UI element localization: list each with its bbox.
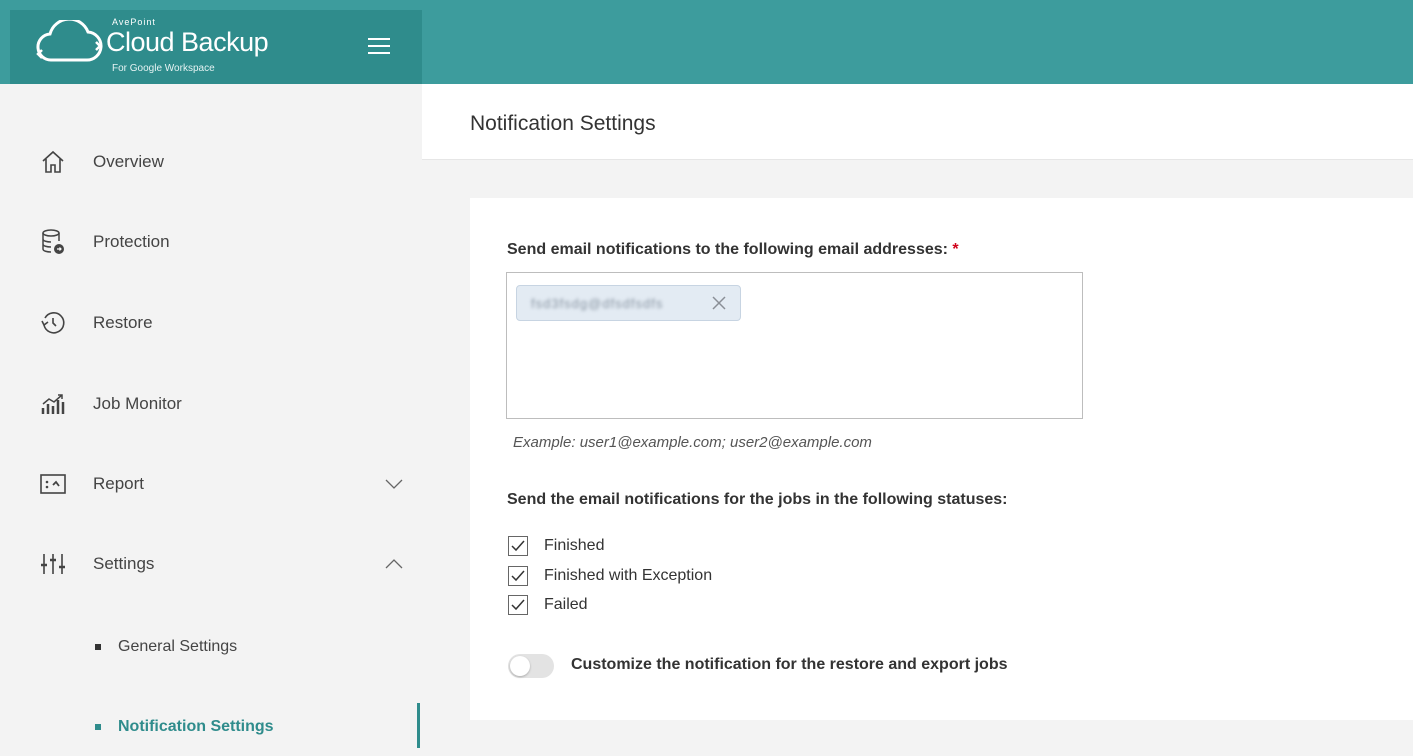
failed-label: Failed bbox=[544, 596, 588, 613]
vendor-name: AvePoint bbox=[112, 17, 156, 27]
page-title: Notification Settings bbox=[470, 112, 656, 135]
email-chip-text: fsd3fsdg@dfsdfsdfs bbox=[531, 296, 664, 311]
sidebar-subitem-label: Notification Settings bbox=[118, 718, 274, 735]
toggle-knob bbox=[510, 656, 530, 676]
email-recipients-input[interactable]: fsd3fsdg@dfsdfsdfs bbox=[506, 272, 1083, 419]
sidebar-item-restore[interactable]: Restore bbox=[0, 293, 422, 353]
database-icon bbox=[36, 227, 70, 257]
history-icon bbox=[36, 308, 70, 338]
page-header: Notification Settings bbox=[422, 84, 1413, 160]
chevron-down-icon[interactable] bbox=[384, 477, 404, 491]
active-indicator bbox=[417, 703, 420, 748]
bullet bbox=[95, 724, 101, 730]
check-icon bbox=[511, 599, 525, 611]
sidebar-item-label: Overview bbox=[93, 152, 164, 171]
email-recipients-label-text: Send email notifications to the followin… bbox=[507, 241, 948, 258]
home-icon bbox=[36, 147, 70, 177]
failed-checkbox[interactable] bbox=[508, 595, 528, 615]
finished-with-exception-checkbox[interactable] bbox=[508, 566, 528, 586]
cloud-logo-icon bbox=[36, 20, 103, 62]
email-example-hint: Example: user1@example.com; user2@exampl… bbox=[513, 434, 872, 451]
sidebar: Overview Protection Restore Job Monitor … bbox=[0, 84, 422, 756]
sidebar-item-report[interactable]: Report bbox=[0, 454, 422, 514]
bullet bbox=[95, 644, 101, 650]
status-finished-with-exception-checkbox-row[interactable]: Finished with Exception bbox=[508, 564, 712, 588]
status-failed-checkbox-row[interactable]: Failed bbox=[508, 593, 588, 617]
sidebar-item-settings[interactable]: Settings bbox=[0, 534, 422, 594]
sidebar-subitem-label: General Settings bbox=[118, 638, 238, 655]
logo-area: AvePoint Cloud Backup For Google Workspa… bbox=[10, 10, 422, 84]
finished-label: Finished bbox=[544, 537, 605, 554]
customize-notification-label: Customize the notification for the resto… bbox=[571, 656, 1008, 673]
email-chip: fsd3fsdg@dfsdfsdfs bbox=[516, 285, 741, 321]
top-bar: AvePoint Cloud Backup For Google Workspa… bbox=[0, 0, 1413, 84]
product-subtitle: For Google Workspace bbox=[112, 63, 215, 74]
finished-with-exception-label: Finished with Exception bbox=[544, 567, 713, 584]
report-icon bbox=[36, 469, 70, 499]
job-status-label: Send the email notifications for the job… bbox=[507, 491, 1008, 508]
sidebar-item-overview[interactable]: Overview bbox=[0, 132, 422, 192]
chevron-up-icon[interactable] bbox=[384, 557, 404, 571]
sliders-icon bbox=[36, 549, 70, 579]
customize-notification-toggle[interactable] bbox=[508, 654, 554, 678]
sidebar-item-label: Job Monitor bbox=[93, 394, 182, 413]
close-icon[interactable] bbox=[709, 293, 729, 313]
notification-settings-card: Send email notifications to the followin… bbox=[470, 198, 1413, 720]
check-icon bbox=[511, 540, 525, 552]
bar-chart-icon bbox=[36, 389, 70, 419]
sidebar-item-label: Protection bbox=[93, 232, 170, 251]
product-name: Cloud Backup bbox=[106, 27, 269, 57]
sidebar-item-job-monitor[interactable]: Job Monitor bbox=[0, 374, 422, 434]
status-finished-checkbox-row[interactable]: Finished bbox=[508, 534, 604, 558]
sidebar-item-protection[interactable]: Protection bbox=[0, 212, 422, 272]
check-icon bbox=[511, 570, 525, 582]
sidebar-item-label: Settings bbox=[93, 554, 155, 573]
finished-checkbox[interactable] bbox=[508, 536, 528, 556]
sidebar-subitem-notification-settings[interactable]: Notification Settings bbox=[0, 707, 422, 747]
sidebar-subitem-general-settings[interactable]: General Settings bbox=[0, 627, 422, 667]
hamburger-menu-icon[interactable] bbox=[368, 38, 390, 56]
sidebar-item-label: Report bbox=[93, 474, 145, 493]
required-mark: * bbox=[952, 241, 959, 258]
email-recipients-label: Send email notifications to the followin… bbox=[507, 241, 959, 259]
sidebar-item-label: Restore bbox=[93, 313, 153, 332]
